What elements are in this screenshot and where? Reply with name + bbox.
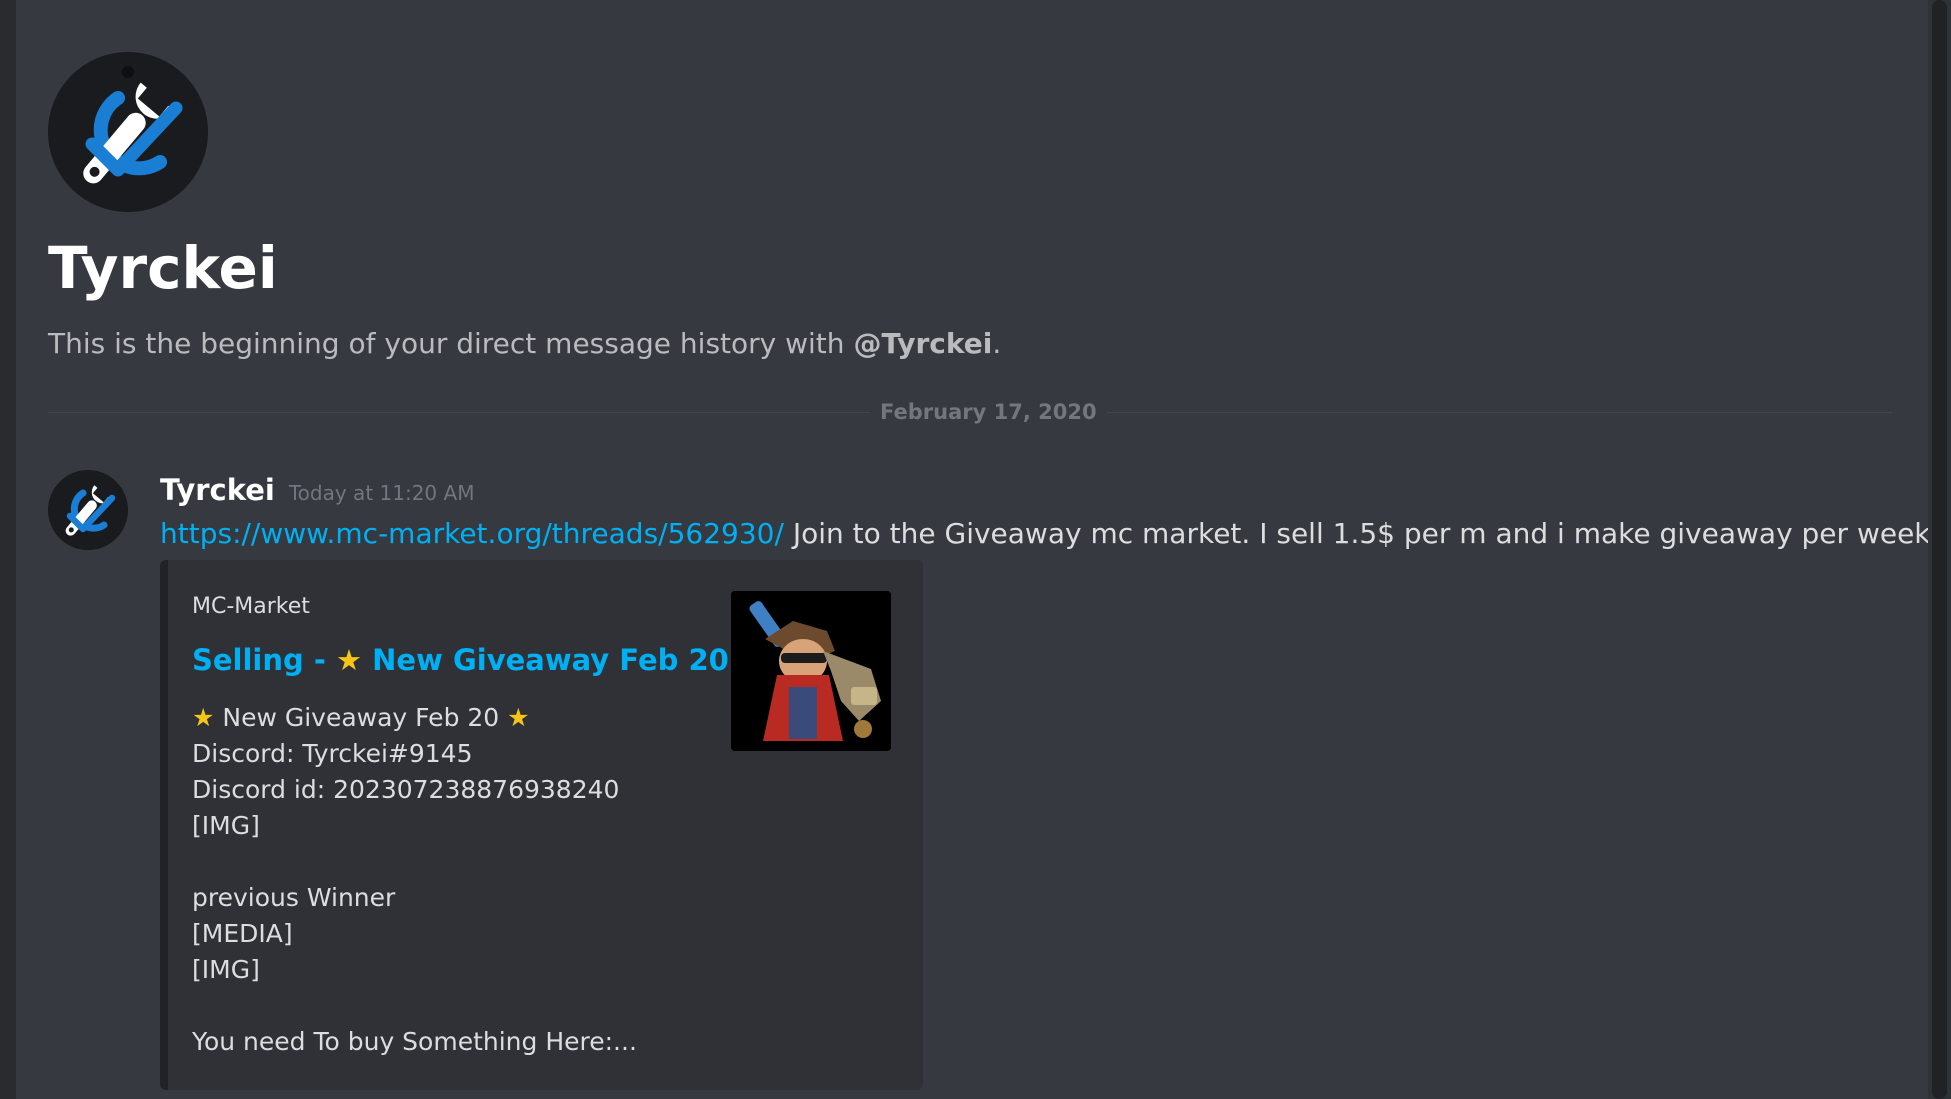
user-mention[interactable]: @Tyrckei — [853, 327, 992, 360]
scrollbar-thumb[interactable] — [1932, 0, 1947, 1099]
embed-thumbnail[interactable] — [731, 591, 891, 751]
message-author[interactable]: Tyrckei — [160, 473, 275, 507]
sidebar-edge — [0, 0, 16, 1099]
embed-line — [192, 844, 637, 880]
embed-line — [192, 988, 637, 1024]
message-content: https://www.mc-market.org/threads/562930… — [160, 514, 1931, 554]
embed-line: [MEDIA] — [192, 919, 293, 948]
embed-line: Discord id: 202307238876938240 — [192, 775, 620, 804]
embed-accent-bar — [160, 560, 168, 1090]
intro-prefix: This is the beginning of your direct mes… — [48, 327, 854, 360]
date-divider: February 17, 2020 — [870, 398, 1107, 426]
embed-provider: MC-Market — [192, 594, 310, 619]
star-icon: ★ — [507, 703, 530, 732]
embed-title[interactable]: Selling - ★ New Giveaway Feb 20 ★ — [192, 640, 765, 680]
link-embed: MC-Market Selling - ★ New Giveaway Feb 2… — [160, 560, 923, 1090]
wrench-check-icon — [48, 470, 128, 550]
embed-line: previous Winner — [192, 883, 396, 912]
embed-line-text: New Giveaway Feb 20 — [222, 703, 500, 732]
wrench-check-icon — [48, 52, 208, 212]
message-link[interactable]: https://www.mc-market.org/threads/562930… — [160, 517, 784, 550]
embed-line: [IMG] — [192, 811, 260, 840]
dm-intro-text: This is the beginning of your direct mes… — [48, 324, 1001, 364]
message-text: Join to the Giveaway mc market. I sell 1… — [783, 517, 1931, 550]
star-icon: ★ — [192, 703, 215, 732]
dm-title: Tyrckei — [48, 234, 278, 302]
message-timestamp: Today at 11:20 AM — [288, 481, 475, 505]
character-thumbnail — [731, 591, 891, 751]
embed-line: ★ New Giveaway Feb 20 ★ — [192, 700, 637, 736]
profile-avatar[interactable] — [48, 52, 208, 212]
embed-title-main: New Giveaway Feb 20 — [372, 643, 729, 677]
message-avatar[interactable] — [48, 470, 128, 550]
embed-title-prefix: Selling - — [192, 643, 337, 677]
intro-suffix: . — [992, 327, 1002, 360]
message-header: Tyrckei Today at 11:20 AM — [160, 472, 474, 511]
embed-description: ★ New Giveaway Feb 20 ★ Discord: Tyrckei… — [192, 700, 637, 1060]
embed-line: [IMG] — [192, 955, 260, 984]
star-icon: ★ — [336, 643, 363, 677]
discord-window: Tyrckei This is the beginning of your di… — [0, 0, 1951, 1099]
embed-line: Discord: Tyrckei#9145 — [192, 739, 473, 768]
embed-line: You need To buy Something Here:... — [192, 1027, 637, 1056]
